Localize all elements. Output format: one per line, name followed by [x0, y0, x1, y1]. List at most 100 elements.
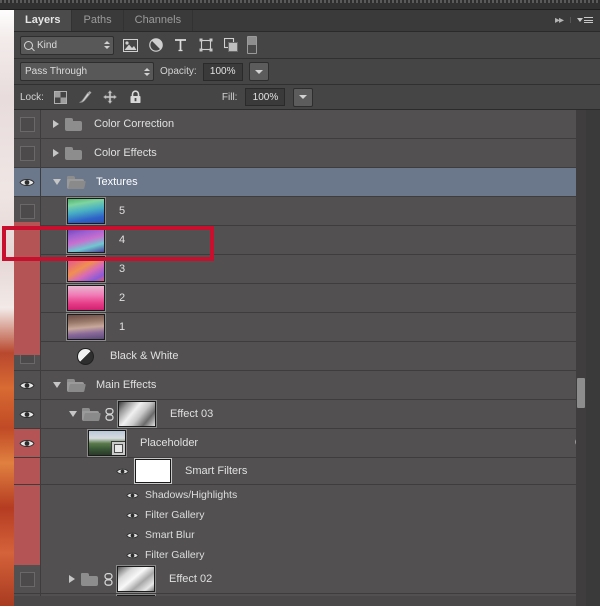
layer-list: Color Correction Color Effects Textures …	[14, 110, 600, 606]
filter-adjustment-layers-icon[interactable]	[147, 37, 164, 54]
eye-off-icon	[19, 571, 35, 587]
group-expand-arrow-color-correction[interactable]	[53, 120, 59, 128]
scrollbar-thumb[interactable]	[577, 378, 585, 408]
layer-row-texture-3[interactable]: 3	[14, 255, 600, 284]
layer-row-color-correction[interactable]: Color Correction	[14, 110, 600, 139]
visibility-toggle-placeholder[interactable]	[14, 429, 41, 457]
opacity-dropdown-button[interactable]	[248, 62, 269, 81]
layer-row-filter-gallery-1[interactable]: Filter Gallery	[14, 505, 600, 525]
layer-row-filter-gallery-2[interactable]: Filter Gallery	[14, 545, 600, 565]
panel-drag-handle[interactable]	[0, 0, 600, 10]
folder-open-icon	[67, 378, 84, 392]
layer-row-main-effects[interactable]: Main Effects	[14, 371, 600, 400]
tab-channels[interactable]: Channels	[123, 9, 194, 31]
group-expand-arrow-main-effects[interactable]	[53, 382, 61, 388]
filter-shape-layers-icon[interactable]	[197, 37, 214, 54]
layer-row-shadows-highlights[interactable]: Shadows/Highlights	[14, 485, 600, 505]
visibility-toggle-texture-5[interactable]	[14, 197, 41, 225]
blend-mode-stepper[interactable]	[144, 67, 150, 76]
eye-on-icon	[19, 177, 35, 188]
double-chevron-right-icon[interactable]: ▸▸	[555, 15, 564, 26]
eye-on-icon	[125, 491, 139, 500]
layer-thumbnail-texture-3[interactable]	[66, 255, 106, 283]
filter-toggle-switch-icon[interactable]	[247, 36, 257, 54]
visibility-toggle-smart-blur[interactable]	[119, 531, 145, 540]
panel-menu-icon[interactable]	[570, 17, 593, 23]
panel-right-edge	[585, 110, 600, 606]
visibility-toggle-textures[interactable]	[14, 168, 41, 196]
fill-dropdown-button[interactable]	[293, 87, 314, 107]
group-expand-arrow-effect-03[interactable]	[69, 411, 77, 417]
layers-panel: Layers Paths Channels ▸▸ Kind Pass Throu…	[14, 9, 600, 606]
layer-row-texture-1[interactable]: 1	[14, 313, 600, 342]
layer-row-placeholder[interactable]: Placeholder	[14, 429, 600, 458]
layer-row-texture-5[interactable]: 5	[14, 197, 600, 226]
filter-pixel-layers-icon[interactable]	[122, 37, 139, 54]
filter-kind-stepper[interactable]	[104, 41, 110, 49]
blend-mode-bar: Pass Through Opacity: 100%	[14, 59, 600, 85]
lock-position-icon[interactable]	[102, 89, 119, 106]
fill-input[interactable]: 100%	[245, 88, 286, 106]
filter-smart-object-layers-icon[interactable]	[222, 37, 239, 54]
layer-row-color-effects[interactable]: Color Effects	[14, 139, 600, 168]
layer-thumbnail-effect-03[interactable]	[117, 400, 157, 428]
tab-layers[interactable]: Layers	[14, 9, 73, 31]
adjustment-layer-icon[interactable]	[77, 347, 94, 365]
layer-thumbnail-texture-2[interactable]	[66, 284, 106, 312]
opacity-input[interactable]: 100%	[202, 62, 243, 81]
lock-transparent-pixels-icon[interactable]	[52, 89, 69, 106]
layer-list-scrollbar[interactable]	[576, 110, 586, 606]
filter-kind-select[interactable]: Kind	[20, 35, 114, 55]
smart-filters-band-cell	[14, 485, 41, 505]
visibility-toggle-main-effects[interactable]	[14, 371, 41, 399]
link-layers-icon[interactable]	[104, 407, 115, 421]
smart-filter-name: Smart Blur	[145, 529, 195, 541]
eye-on-icon	[125, 551, 139, 560]
visibility-toggle-effect-02[interactable]	[14, 565, 41, 593]
layer-list-bottom-filler	[14, 596, 600, 606]
layer-name: Smart Filters	[185, 465, 248, 477]
layer-row-effect-03[interactable]: Effect 03	[14, 400, 600, 429]
layer-row-textures[interactable]: Textures	[14, 168, 600, 197]
eye-on-icon	[19, 380, 35, 391]
tab-paths[interactable]: Paths	[72, 9, 124, 31]
link-layers-icon[interactable]	[103, 572, 114, 586]
layer-row-texture-2[interactable]: 2	[14, 284, 600, 313]
visibility-toggle-color-correction[interactable]	[14, 110, 41, 138]
eye-off-icon	[19, 145, 35, 161]
layer-thumbnail-texture-5[interactable]	[66, 197, 106, 225]
layer-name: 5	[119, 205, 126, 217]
visibility-toggle-effect-03[interactable]	[14, 400, 41, 428]
eye-on-icon	[19, 438, 35, 449]
layer-thumbnail-texture-1[interactable]	[66, 313, 106, 341]
layer-row-effect-02[interactable]: Effect 02	[14, 565, 600, 594]
lock-all-icon[interactable]	[127, 89, 144, 106]
group-expand-arrow-effect-02[interactable]	[69, 575, 75, 583]
layer-row-smart-filters[interactable]: Smart Filters	[14, 458, 600, 485]
panel-menu-triangle	[577, 18, 583, 22]
layer-thumbnail-smart-filters-mask[interactable]	[134, 458, 172, 484]
folder-icon	[65, 117, 82, 131]
blend-mode-select[interactable]: Pass Through	[20, 62, 154, 81]
panel-menu-lines	[584, 17, 593, 23]
filter-type-layers-icon[interactable]	[172, 37, 189, 54]
lock-image-pixels-icon[interactable]	[77, 89, 94, 106]
layer-thumbnail-effect-02[interactable]	[116, 565, 156, 593]
layer-row-smart-blur[interactable]: Smart Blur	[14, 525, 600, 545]
smart-filter-name: Filter Gallery	[145, 509, 205, 521]
visibility-toggle-shadows-highlights[interactable]	[119, 491, 145, 500]
layer-row-texture-4[interactable]: 4	[14, 226, 600, 255]
group-expand-arrow-textures[interactable]	[53, 179, 61, 185]
visibility-toggle-filter-gallery-1[interactable]	[119, 511, 145, 520]
group-expand-arrow-color-effects[interactable]	[53, 149, 59, 157]
lock-bar: Lock: Fill: 100%	[14, 85, 600, 110]
smart-filters-band-cell	[14, 458, 41, 484]
layer-thumbnail-placeholder[interactable]	[87, 429, 127, 457]
layer-row-black-and-white[interactable]: Black & White	[14, 342, 600, 371]
visibility-toggle-smart-filters[interactable]	[109, 467, 135, 476]
visibility-toggle-color-effects[interactable]	[14, 139, 41, 167]
tab-layers-label: Layers	[25, 14, 61, 26]
eye-on-icon	[115, 467, 129, 476]
layer-thumbnail-texture-4[interactable]	[66, 226, 106, 254]
visibility-toggle-filter-gallery-2[interactable]	[119, 551, 145, 560]
